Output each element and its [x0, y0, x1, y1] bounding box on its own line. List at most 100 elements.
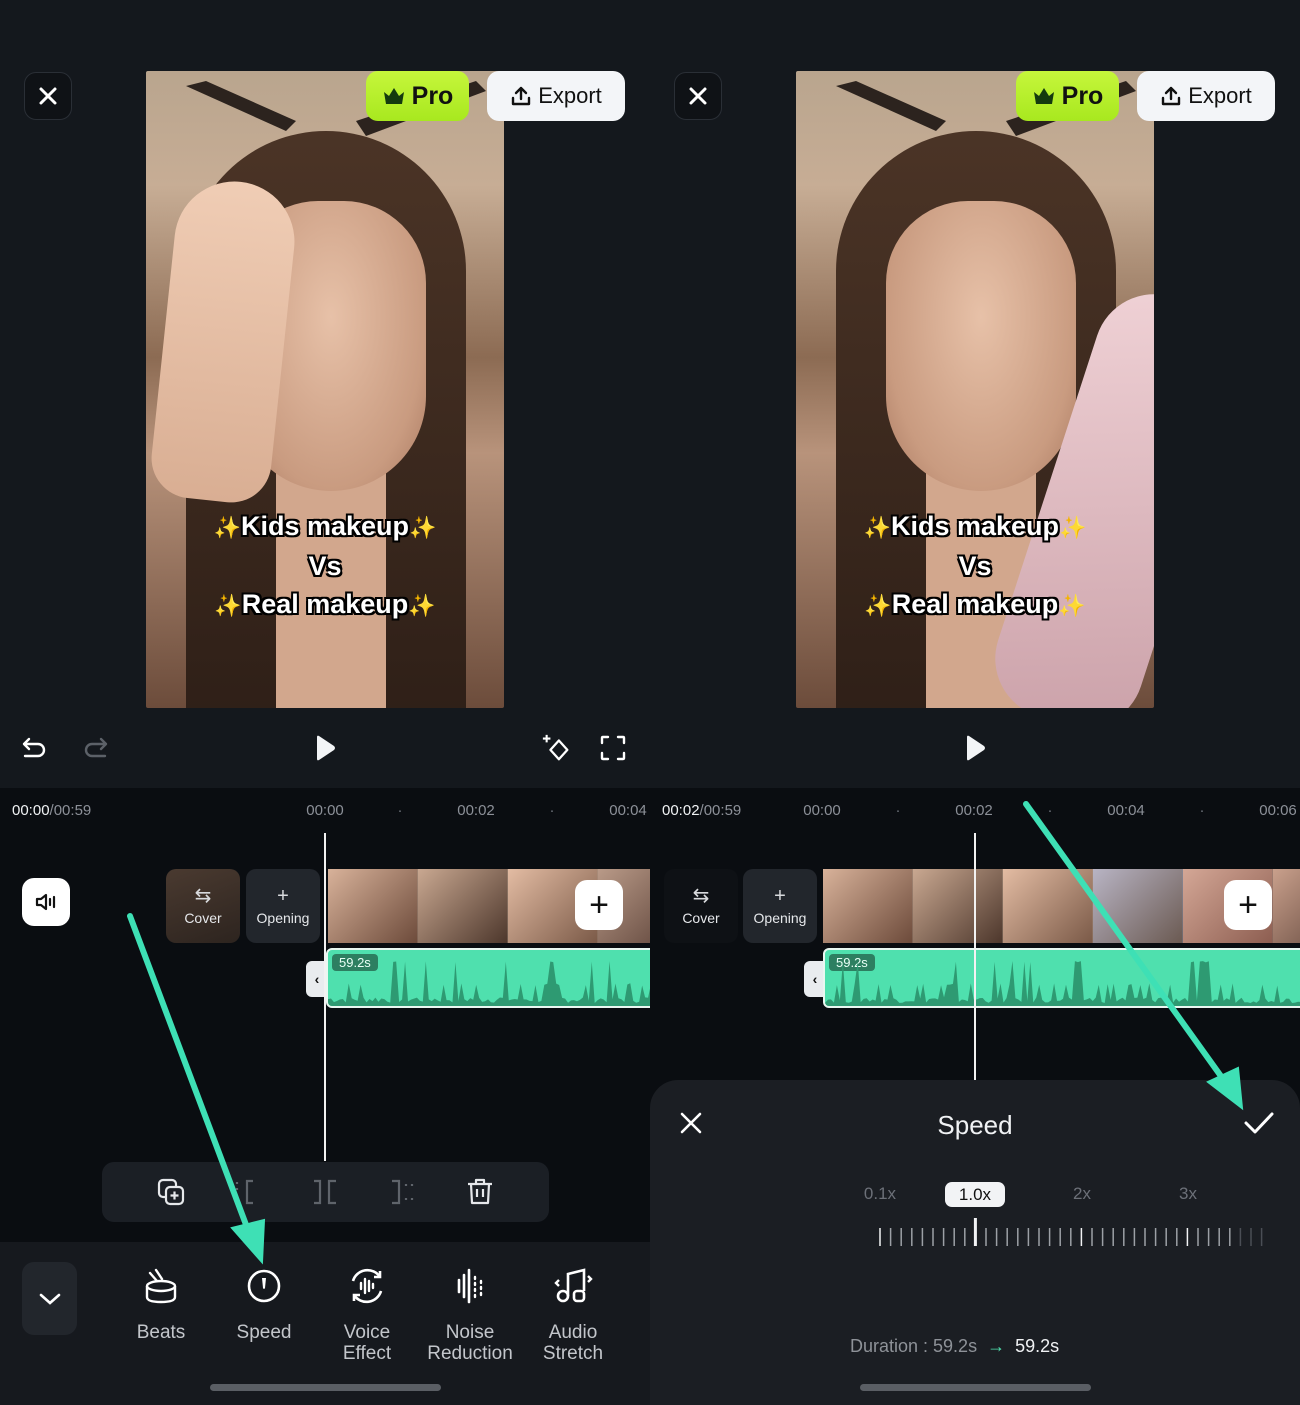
clip-thumbnail	[418, 869, 508, 943]
speed-option[interactable]: 3x	[1179, 1184, 1197, 1204]
close-button[interactable]	[24, 72, 72, 120]
pro-button[interactable]: Pro	[366, 71, 469, 121]
ruler-dot: ·	[549, 802, 555, 819]
tool-speed[interactable]: Speed	[214, 1266, 314, 1343]
upload-icon	[1162, 86, 1181, 106]
close-button[interactable]	[674, 72, 722, 120]
delete-button[interactable]	[460, 1172, 500, 1212]
ruler-dot: ·	[397, 802, 403, 819]
mute-clip-audio-button[interactable]	[22, 878, 70, 926]
tool-audio-stretch[interactable]: Audio Stretch	[523, 1266, 623, 1364]
ruler-tick-label: 00:02	[955, 802, 993, 819]
audio-clip[interactable]: 59.2s	[823, 948, 1300, 1008]
undo-icon	[22, 737, 46, 758]
voice-effect-icon	[351, 1268, 383, 1304]
current-timecode: 00:00/00:59	[12, 802, 92, 819]
crown-icon	[383, 88, 404, 104]
ruler-dot: ·	[1199, 802, 1205, 819]
add-keyframe-button[interactable]	[541, 732, 573, 764]
speed-selected-value[interactable]: 1.0x	[945, 1182, 1005, 1207]
trim-end-button[interactable]	[383, 1172, 423, 1212]
swap-icon: ⇆	[194, 885, 212, 907]
ruler-dot: ·	[895, 802, 901, 819]
tool-label: Speed	[236, 1322, 292, 1343]
play-button[interactable]	[959, 732, 991, 764]
left-screen: ✨Kids makeup✨ Vs ✨Real makeup✨ Pro Expor…	[0, 0, 650, 1405]
speed-sheet: Speed 0.1x 1.0x 2x 3x Duration : 59.2s → 5…	[650, 1080, 1300, 1405]
opening-button[interactable]: + Opening	[743, 869, 817, 943]
pro-button[interactable]: Pro	[1016, 71, 1119, 121]
clip-thumbnail	[1093, 869, 1183, 943]
ruler-tick-label: 00:02	[457, 802, 495, 819]
check-icon	[1244, 1112, 1274, 1134]
home-indicator	[860, 1384, 1091, 1391]
export-button[interactable]: Export	[487, 71, 625, 121]
clip-thumbnail	[1273, 869, 1300, 943]
add-keyframe-icon	[542, 734, 569, 761]
split-icon	[314, 1179, 337, 1205]
sheet-title: Speed	[937, 1110, 1013, 1140]
ruler-dot: ·	[1047, 802, 1053, 819]
export-label: Export	[538, 83, 602, 108]
clip-thumbnail	[823, 869, 913, 943]
confirm-button[interactable]	[1242, 1108, 1276, 1138]
speed-option[interactable]: 2x	[1073, 1184, 1091, 1204]
ruler-tick-label: 00:04	[609, 802, 647, 819]
play-icon	[967, 735, 985, 761]
chevron-down-icon	[39, 1293, 60, 1305]
playback-controls	[650, 724, 1300, 772]
trim-start-icon	[235, 1179, 254, 1205]
video-preview[interactable]: ✨Kids makeup✨ Vs ✨Real makeup✨	[146, 71, 504, 708]
cover-label: Cover	[184, 910, 222, 926]
audio-tools-bar: Beats Speed Voice Effect Noise Reduction…	[0, 1242, 650, 1405]
plus-icon: +	[1238, 885, 1258, 924]
opening-button[interactable]: + Opening	[246, 869, 320, 943]
collapse-button[interactable]	[22, 1262, 77, 1335]
fullscreen-icon	[600, 735, 626, 761]
export-button[interactable]: Export	[1137, 71, 1275, 121]
crown-icon	[1033, 88, 1054, 104]
timecode-row: 00:02/00:59 00:00 · 00:02 · 00:04 · 00:0…	[650, 802, 1300, 822]
ruler-tick-label: 00:06	[1259, 802, 1297, 819]
fullscreen-button[interactable]	[597, 732, 629, 764]
redo-button[interactable]	[80, 732, 112, 764]
clip-thumbnail	[328, 869, 418, 943]
trim-start-button[interactable]	[228, 1172, 268, 1212]
audio-clip[interactable]: 59.2s	[326, 948, 650, 1008]
add-clip-button[interactable]: +	[575, 880, 623, 930]
cover-button[interactable]: ⇆ Cover	[664, 869, 738, 943]
trim-end-icon	[391, 1179, 413, 1205]
plus-icon: +	[277, 885, 289, 907]
beats-icon	[145, 1268, 177, 1304]
speed-option[interactable]: 0.1x	[864, 1184, 896, 1204]
close-icon	[39, 87, 57, 105]
tool-label: Beats	[136, 1322, 186, 1343]
video-caption: ✨Kids makeup✨ Vs ✨Real makeup✨	[863, 511, 1087, 619]
audio-waveform	[825, 961, 1300, 1006]
undo-button[interactable]	[18, 732, 50, 764]
speed-slider[interactable]	[878, 1218, 1278, 1248]
upload-icon	[512, 86, 531, 106]
tool-noise-reduction[interactable]: Noise Reduction	[420, 1266, 520, 1364]
tool-voice-effect[interactable]: Voice Effect	[317, 1266, 417, 1364]
tool-label: Voice Effect	[342, 1322, 392, 1364]
playhead[interactable]	[974, 833, 976, 1081]
copy-add-icon	[157, 1178, 184, 1206]
duplicate-button[interactable]	[151, 1172, 191, 1212]
swap-icon: ⇆	[692, 885, 710, 907]
playhead[interactable]	[324, 833, 326, 1161]
split-button[interactable]	[305, 1172, 345, 1212]
cover-button[interactable]: ⇆ Cover	[166, 869, 240, 943]
ruler-tick-label: 00:04	[1107, 802, 1145, 819]
video-caption: ✨Kids makeup✨ Vs ✨Real makeup✨	[213, 511, 437, 619]
play-icon	[317, 735, 335, 761]
video-preview[interactable]: ✨Kids makeup✨ Vs ✨Real makeup✨	[796, 71, 1154, 708]
ruler-tick-label: 00:00	[306, 802, 344, 819]
tool-beats[interactable]: Beats	[111, 1266, 211, 1343]
arrow-right-icon: →	[987, 1336, 1006, 1356]
delete-icon	[468, 1178, 493, 1205]
redo-icon	[84, 737, 108, 758]
play-button[interactable]	[309, 732, 341, 764]
plus-icon: +	[774, 885, 786, 907]
add-clip-button[interactable]: +	[1224, 880, 1272, 930]
